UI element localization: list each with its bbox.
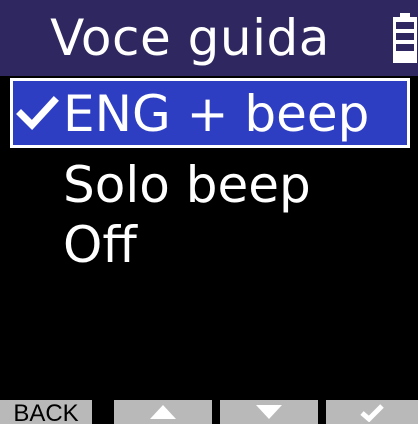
up-arrow-icon [150, 405, 176, 419]
back-button-label: BACK [13, 400, 79, 424]
device-screen: Voce guida ENG + beep Solo beep Off BACK [0, 0, 418, 424]
back-button[interactable]: BACK [0, 400, 92, 424]
menu-item-label: Off [63, 216, 137, 274]
confirm-button[interactable] [326, 400, 418, 424]
down-arrow-icon [256, 405, 282, 419]
menu-item-label: Solo beep [63, 156, 311, 214]
title-bar: Voce guida [0, 0, 418, 76]
checkmark-icon [16, 96, 59, 131]
checkmark-icon [360, 404, 384, 422]
menu-item-off[interactable]: Off [10, 212, 410, 282]
menu-item-label: ENG + beep [63, 85, 370, 143]
battery-full-icon [393, 13, 417, 63]
menu-item-eng-beep[interactable]: ENG + beep [10, 78, 410, 148]
screen-title: Voce guida [50, 9, 330, 67]
down-button[interactable] [220, 400, 318, 424]
up-button[interactable] [114, 400, 212, 424]
soft-key-bar: BACK [0, 400, 418, 424]
